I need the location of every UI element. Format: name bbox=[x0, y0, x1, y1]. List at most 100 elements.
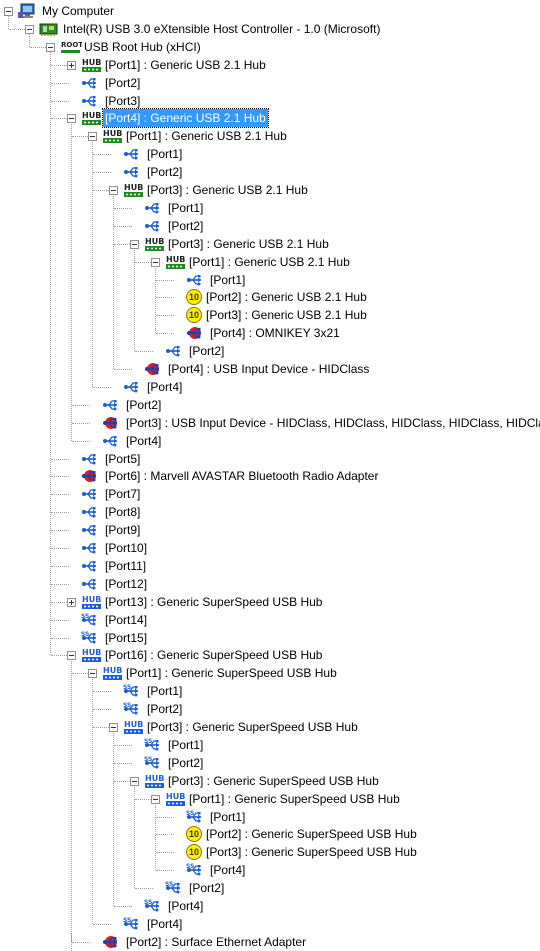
tree-node-label[interactable]: [Port3] : Generic USB 2.1 Hub bbox=[204, 306, 369, 324]
tree-node[interactable]: Intel(R) USB 3.0 eXtensible Host Control… bbox=[0, 20, 540, 38]
tree-node[interactable]: HUB [Port3] : Generic SuperSpeed USB Hub bbox=[0, 772, 540, 790]
usb-device-tree[interactable]: My Computer Intel(R) USB 3.0 eXtensible H… bbox=[0, 0, 540, 951]
tree-node[interactable]: HUB [Port1] : Generic USB 2.1 Hub bbox=[0, 56, 540, 74]
tree-node[interactable]: [Port3] bbox=[0, 92, 540, 110]
tree-node[interactable]: HUB [Port1] : Generic SuperSpeed USB Hub bbox=[0, 664, 540, 682]
tree-node[interactable]: [Port10] bbox=[0, 539, 540, 557]
tree-node[interactable]: SS [Port14] bbox=[0, 611, 540, 629]
tree-node-label[interactable]: [Port1] : Generic SuperSpeed USB Hub bbox=[187, 790, 402, 808]
tree-node[interactable]: SS [Port2] bbox=[0, 879, 540, 897]
collapse-toggle[interactable] bbox=[46, 42, 55, 52]
tree-node[interactable]: HUB [Port1] : Generic SuperSpeed USB Hub bbox=[0, 790, 540, 808]
tree-node-label[interactable]: [Port2] bbox=[124, 396, 163, 414]
tree-node[interactable]: [Port1] bbox=[0, 199, 540, 217]
tree-node-label[interactable]: [Port1] bbox=[208, 808, 247, 826]
tree-node-label[interactable]: [Port1] bbox=[145, 145, 184, 163]
tree-node-label[interactable]: [Port4] : USB Input Device - HIDClass bbox=[166, 360, 371, 378]
tree-node[interactable]: 10 [Port3] : Generic SuperSpeed USB Hub bbox=[0, 843, 540, 861]
tree-node[interactable]: HUB [Port13] : Generic SuperSpeed USB Hub bbox=[0, 593, 540, 611]
tree-node-label[interactable]: [Port1] : Generic USB 2.1 Hub bbox=[187, 253, 352, 271]
tree-node-label[interactable]: [Port4] bbox=[208, 861, 247, 879]
tree-node-label[interactable]: [Port2] bbox=[166, 217, 205, 235]
tree-node[interactable]: HUB [Port3] : Generic SuperSpeed USB Hub bbox=[0, 718, 540, 736]
tree-node[interactable]: [Port2] bbox=[0, 163, 540, 181]
tree-node-label[interactable]: [Port1] : Generic SuperSpeed USB Hub bbox=[124, 664, 339, 682]
tree-node[interactable]: 10 [Port2] : Generic USB 2.1 Hub bbox=[0, 288, 540, 306]
tree-node[interactable]: SS [Port4] bbox=[0, 915, 540, 933]
collapse-toggle[interactable] bbox=[25, 24, 34, 34]
tree-node[interactable]: [Port2] bbox=[0, 342, 540, 360]
tree-node[interactable]: [Port4] bbox=[0, 432, 540, 450]
tree-node-label[interactable]: [Port3] : Generic USB 2.1 Hub bbox=[145, 181, 310, 199]
tree-node-label[interactable]: [Port16] : Generic SuperSpeed USB Hub bbox=[103, 646, 324, 664]
tree-node-label[interactable]: [Port1] bbox=[145, 682, 184, 700]
tree-node-label[interactable]: [Port3] : Generic SuperSpeed USB Hub bbox=[204, 843, 419, 861]
tree-node[interactable]: [Port3] : USB Input Device - HIDClass, H… bbox=[0, 414, 540, 432]
tree-node[interactable]: [Port8] bbox=[0, 503, 540, 521]
collapse-toggle[interactable] bbox=[151, 257, 160, 267]
collapse-toggle[interactable] bbox=[109, 723, 118, 732]
tree-node[interactable]: [Port2] bbox=[0, 396, 540, 414]
tree-node[interactable]: [Port5] bbox=[0, 450, 540, 468]
collapse-toggle[interactable] bbox=[109, 186, 118, 195]
tree-node[interactable]: [Port1] bbox=[0, 271, 540, 289]
tree-node-label[interactable]: USB Root Hub (xHCI) bbox=[82, 38, 203, 56]
tree-node-label[interactable]: [Port10] bbox=[103, 539, 149, 557]
tree-node[interactable]: [Port4] bbox=[0, 378, 540, 396]
tree-node-label[interactable]: [Port4] bbox=[124, 432, 163, 450]
tree-node-label[interactable]: [Port2] bbox=[166, 754, 205, 772]
tree-node[interactable]: HUB [Port3] : Generic USB 2.1 Hub bbox=[0, 181, 540, 199]
tree-node-label[interactable]: [Port2] : Surface Ethernet Adapter bbox=[124, 933, 308, 951]
tree-node[interactable]: [Port11] bbox=[0, 557, 540, 575]
tree-node-label[interactable]: [Port4] : OMNIKEY 3x21 bbox=[208, 324, 342, 342]
tree-node[interactable]: [Port9] bbox=[0, 521, 540, 539]
tree-node[interactable]: [Port2] bbox=[0, 217, 540, 235]
tree-node-label[interactable]: [Port2] bbox=[103, 74, 142, 92]
tree-node-label[interactable]: My Computer bbox=[40, 2, 116, 20]
tree-node[interactable]: [Port1] bbox=[0, 145, 540, 163]
tree-node-label[interactable]: [Port3] : USB Input Device - HIDClass, H… bbox=[124, 414, 540, 432]
collapse-toggle[interactable] bbox=[67, 651, 76, 661]
tree-node-label[interactable]: [Port4] bbox=[145, 378, 184, 396]
tree-node-label[interactable]: [Port5] bbox=[103, 450, 142, 468]
tree-node[interactable]: 10 [Port3] : Generic USB 2.1 Hub bbox=[0, 306, 540, 324]
tree-node[interactable]: 10 [Port2] : Generic SuperSpeed USB Hub bbox=[0, 825, 540, 843]
tree-node[interactable]: HUB [Port4] : Generic USB 2.1 Hub bbox=[0, 108, 540, 129]
tree-node-label[interactable]: [Port12] bbox=[103, 575, 149, 593]
tree-node-label[interactable]: [Port2] : Generic USB 2.1 Hub bbox=[204, 288, 369, 306]
tree-node[interactable]: SS [Port1] bbox=[0, 682, 540, 700]
tree-node[interactable]: SS [Port4] bbox=[0, 861, 540, 879]
tree-node-label[interactable]: [Port2] : Generic SuperSpeed USB Hub bbox=[204, 825, 419, 843]
tree-node-label[interactable]: [Port2] bbox=[187, 342, 226, 360]
tree-node-label[interactable]: [Port15] bbox=[103, 629, 149, 647]
tree-node[interactable]: [Port6] : Marvell AVASTAR Bluetooth Radi… bbox=[0, 467, 540, 485]
tree-node[interactable]: SS [Port4] bbox=[0, 897, 540, 915]
tree-node-label[interactable]: [Port1] : Generic USB 2.1 Hub bbox=[124, 127, 289, 145]
tree-node[interactable]: HUB [Port3] : Generic USB 2.1 Hub bbox=[0, 235, 540, 253]
tree-node-label[interactable]: [Port13] : Generic SuperSpeed USB Hub bbox=[103, 593, 324, 611]
tree-node[interactable]: SS [Port1] bbox=[0, 808, 540, 826]
tree-node-label[interactable]: [Port11] bbox=[103, 557, 148, 575]
tree-node-label[interactable]: [Port3] bbox=[103, 92, 142, 110]
collapse-toggle[interactable] bbox=[4, 7, 13, 16]
collapse-toggle[interactable] bbox=[151, 794, 160, 804]
tree-node[interactable]: SS [Port2] bbox=[0, 700, 540, 718]
tree-node[interactable]: [Port7] bbox=[0, 485, 540, 503]
tree-node-label[interactable]: [Port4] bbox=[166, 897, 205, 915]
tree-node-label[interactable]: [Port1] bbox=[166, 199, 205, 217]
tree-node[interactable]: HUB [Port16] : Generic SuperSpeed USB Hub bbox=[0, 646, 540, 664]
tree-node[interactable]: SS [Port2] bbox=[0, 754, 540, 772]
tree-node-label[interactable]: [Port2] bbox=[187, 879, 226, 897]
tree-node[interactable]: SS [Port15] bbox=[0, 629, 540, 647]
tree-node[interactable]: [Port2] : Surface Ethernet Adapter bbox=[0, 933, 540, 951]
tree-node-label[interactable]: [Port1] bbox=[208, 271, 247, 289]
collapse-toggle[interactable] bbox=[130, 239, 139, 249]
tree-node[interactable]: My Computer bbox=[0, 2, 540, 20]
tree-node-label[interactable]: Intel(R) USB 3.0 eXtensible Host Control… bbox=[61, 20, 382, 38]
tree-node-label[interactable]: [Port3] : Generic SuperSpeed USB Hub bbox=[166, 772, 381, 790]
collapse-toggle[interactable] bbox=[88, 669, 97, 679]
tree-node-label[interactable]: [Port2] bbox=[145, 163, 184, 181]
tree-node-label[interactable]: [Port4] bbox=[145, 915, 184, 933]
expand-toggle[interactable] bbox=[67, 60, 76, 70]
tree-node-label[interactable]: [Port7] bbox=[103, 485, 142, 503]
